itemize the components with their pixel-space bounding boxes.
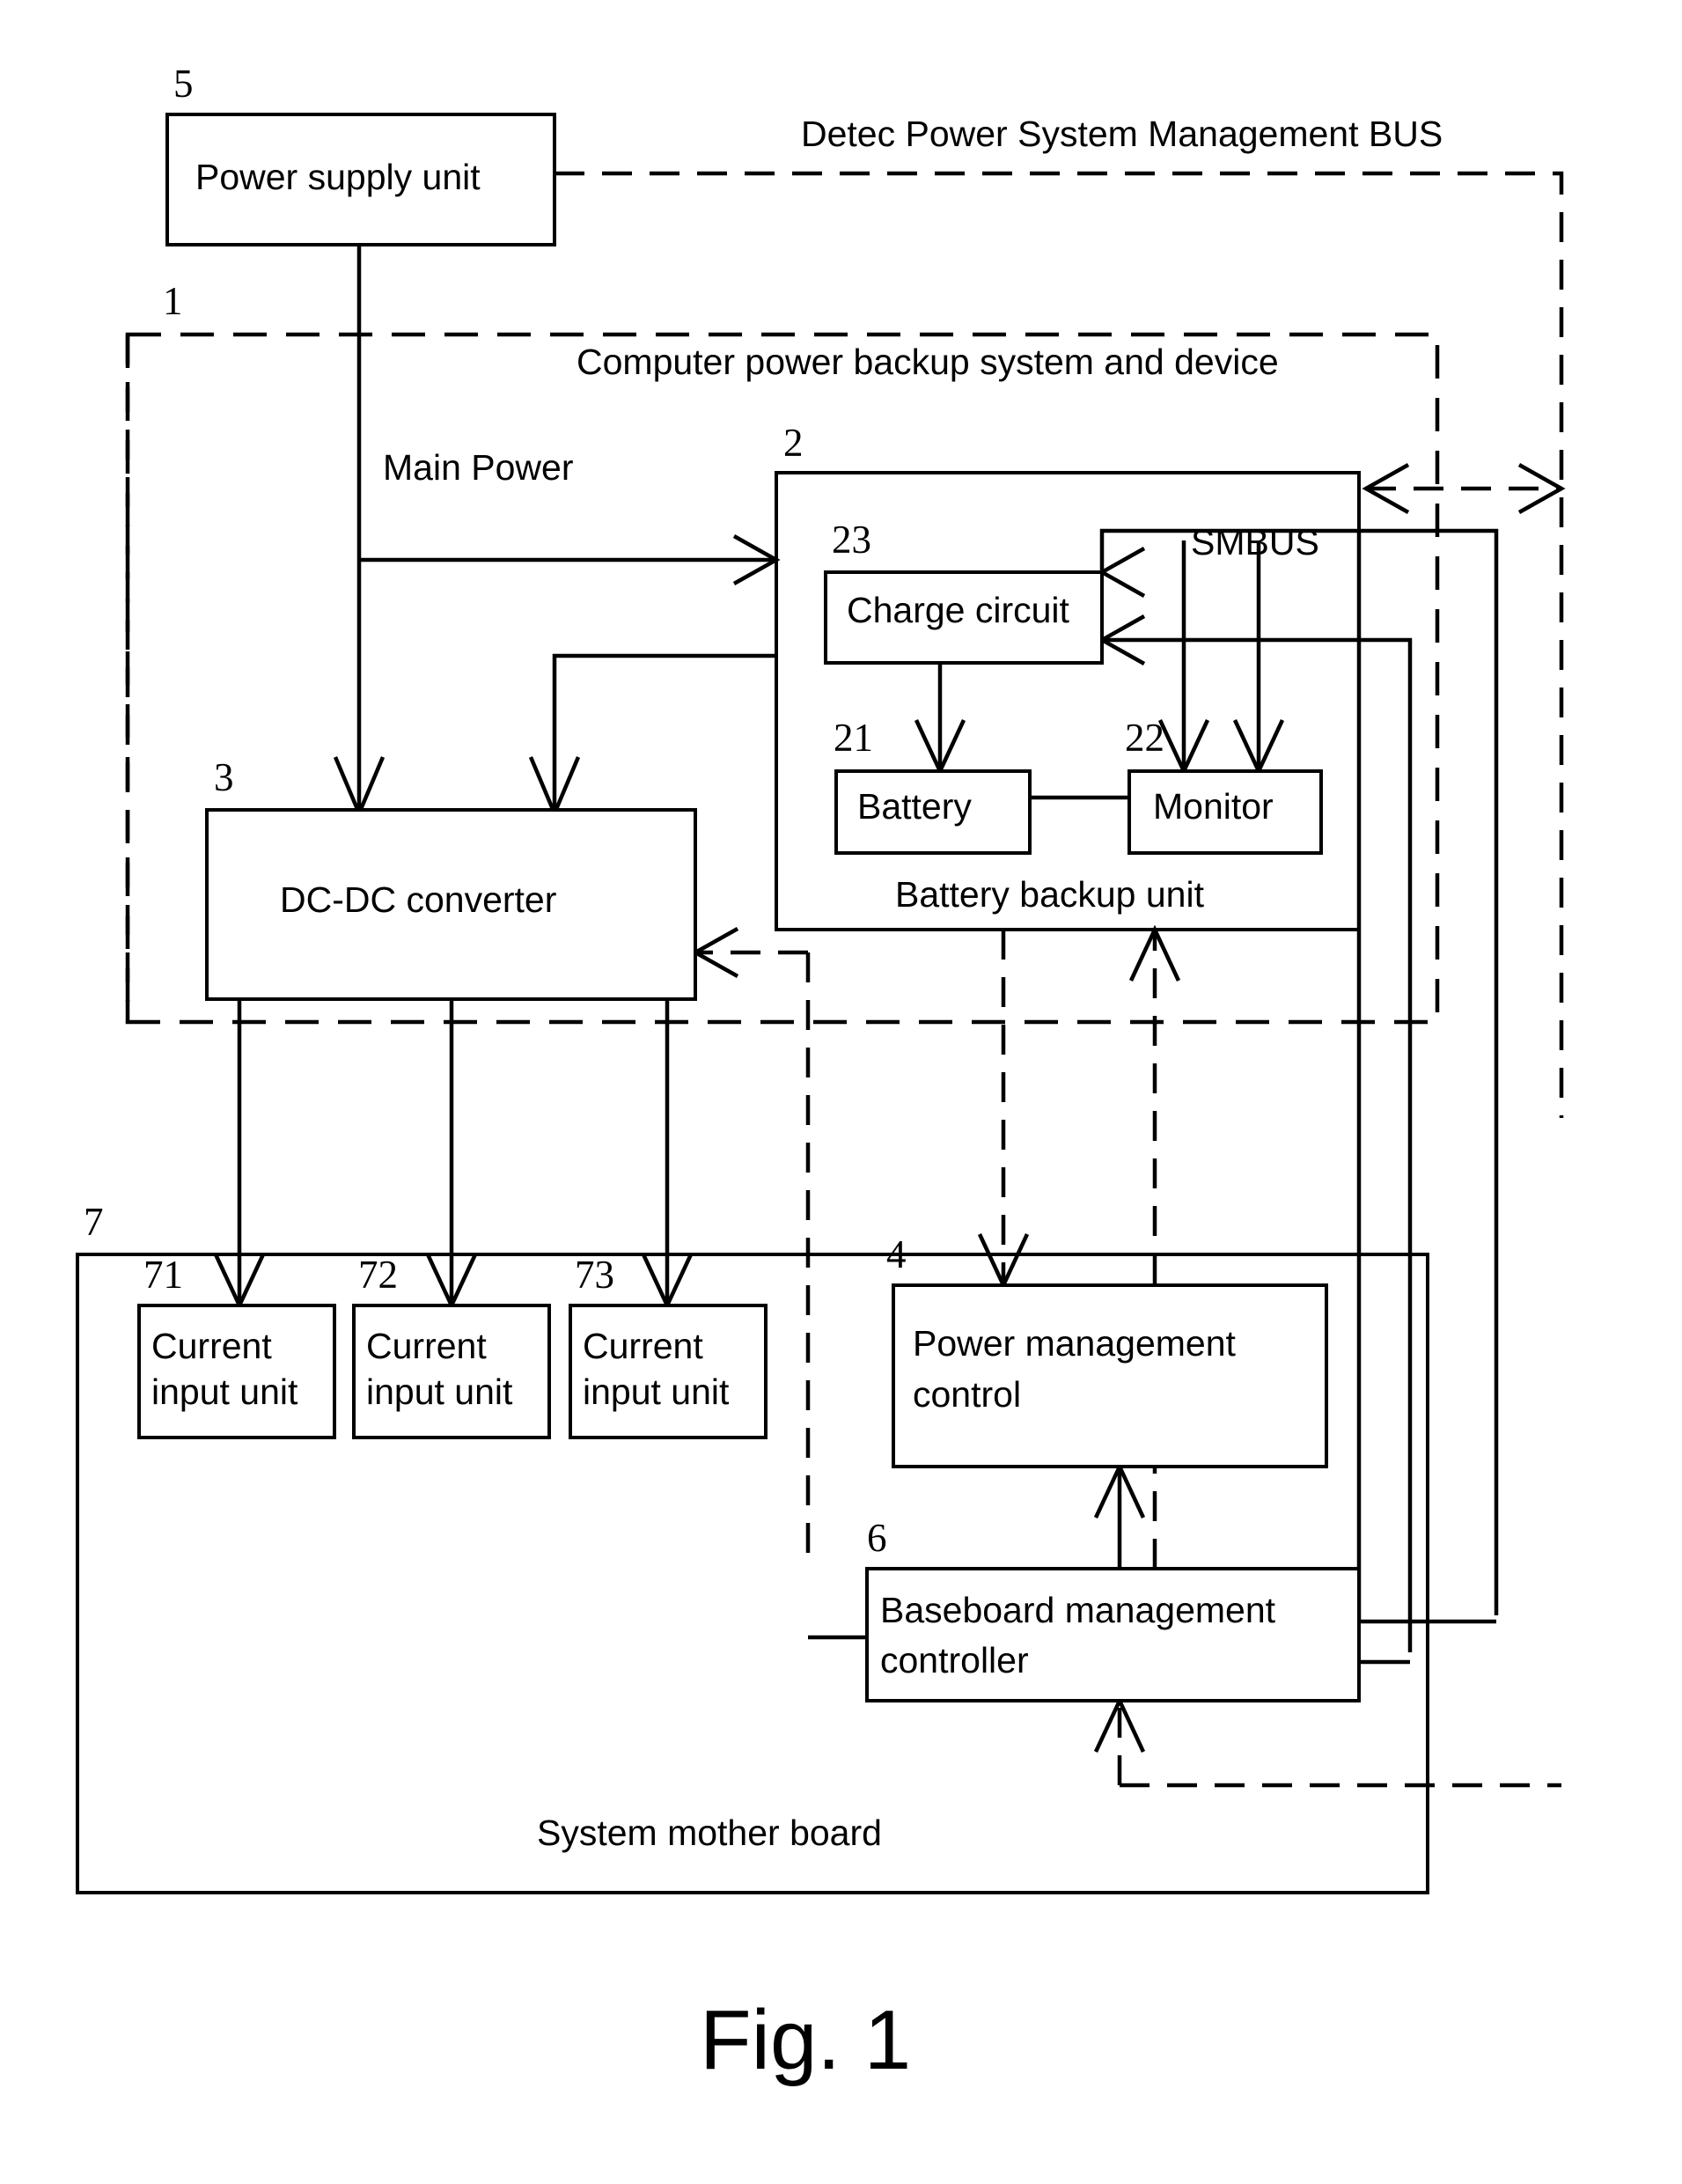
wire-bus-to-bmc bbox=[1093, 1695, 1561, 1788]
charge-circuit-label: Charge circuit bbox=[847, 590, 1070, 630]
wire-smbus-to-monitor-a bbox=[1157, 540, 1210, 776]
ref-number-5: 5 bbox=[173, 62, 194, 106]
ref-number-6: 6 bbox=[867, 1516, 887, 1560]
region-1-label: Computer power backup system and device bbox=[577, 342, 1279, 382]
bmc-line1: Baseboard management bbox=[880, 1590, 1276, 1630]
wire-charge-to-battery bbox=[914, 663, 966, 776]
ref-number-7: 7 bbox=[84, 1200, 104, 1244]
block-battery[interactable]: Battery bbox=[834, 769, 1032, 855]
smbus-label: SMBUS bbox=[1191, 522, 1319, 563]
patent-figure-root: Power supply unit 5 Charge circuit 23 Ba… bbox=[0, 0, 1682, 2184]
current-input-unit-72-line1: Current bbox=[366, 1326, 487, 1366]
wire-dcdc-to-ciu73 bbox=[641, 999, 694, 1311]
ref-number-21: 21 bbox=[834, 716, 873, 760]
ref-number-23: 23 bbox=[832, 518, 871, 562]
block-current-input-unit-72[interactable]: Current input unit bbox=[352, 1304, 551, 1439]
wire-charge-to-dcdc bbox=[528, 653, 776, 819]
current-input-unit-73-line1: Current bbox=[583, 1326, 703, 1366]
block-power-supply-unit[interactable]: Power supply unit bbox=[165, 113, 556, 246]
block-current-input-unit-71[interactable]: Current input unit bbox=[137, 1304, 336, 1439]
current-input-unit-72-line2: input unit bbox=[366, 1371, 513, 1412]
ref-number-22: 22 bbox=[1125, 716, 1164, 760]
ref-number-1: 1 bbox=[163, 279, 183, 323]
region-2-label: Battery backup unit bbox=[895, 874, 1205, 915]
block-charge-circuit[interactable]: Charge circuit bbox=[824, 570, 1104, 665]
ref-number-2: 2 bbox=[783, 421, 804, 465]
ref-number-4: 4 bbox=[886, 1232, 907, 1276]
monitor-label: Monitor bbox=[1153, 786, 1274, 827]
region-7-label: System mother board bbox=[537, 1813, 882, 1853]
block-current-input-unit-73[interactable]: Current input unit bbox=[569, 1304, 768, 1439]
wire-smbus-to-monitor-b bbox=[1232, 540, 1285, 776]
current-input-unit-71-line2: input unit bbox=[151, 1371, 298, 1412]
power-management-control-line1: Power management bbox=[913, 1323, 1237, 1364]
block-power-management-control[interactable]: Power management control bbox=[892, 1283, 1328, 1468]
wire-motherboard-to-battery-unit bbox=[1128, 924, 1181, 1569]
wire-dcdc-to-ciu72 bbox=[425, 999, 478, 1311]
block-diagram: Power supply unit 5 Charge circuit 23 Ba… bbox=[76, 62, 1566, 2087]
current-input-unit-71-line1: Current bbox=[151, 1326, 272, 1366]
block-baseboard-management-controller[interactable]: Baseboard management controller bbox=[865, 1567, 1361, 1702]
ref-number-72: 72 bbox=[358, 1253, 398, 1297]
ref-number-71: 71 bbox=[143, 1253, 183, 1297]
detect-power-bus-label: Detec Power System Management BUS bbox=[801, 114, 1443, 154]
current-input-unit-73-line2: input unit bbox=[583, 1371, 730, 1412]
figure-caption: Fig. 1 bbox=[700, 1993, 911, 2087]
wire-battery-unit-down bbox=[977, 930, 1030, 1291]
bmc-line2: controller bbox=[880, 1640, 1029, 1680]
dc-dc-converter-label: DC-DC converter bbox=[280, 879, 556, 920]
wire-dcdc-to-ciu71 bbox=[213, 999, 266, 1311]
wire-bus-to-battery-unit bbox=[1362, 463, 1566, 514]
power-supply-unit-label: Power supply unit bbox=[195, 157, 481, 197]
main-power-label: Main Power bbox=[383, 447, 573, 488]
ref-number-73: 73 bbox=[575, 1253, 614, 1297]
block-monitor[interactable]: Monitor bbox=[1127, 769, 1323, 855]
battery-label: Battery bbox=[857, 786, 972, 827]
wire-feedback-to-dcdc bbox=[691, 927, 811, 1569]
ref-number-3: 3 bbox=[214, 755, 234, 799]
power-management-control-line2: control bbox=[913, 1374, 1021, 1415]
wire-bmc-to-pmc bbox=[1093, 1461, 1146, 1569]
block-dc-dc-converter[interactable]: DC-DC converter bbox=[205, 808, 697, 1001]
